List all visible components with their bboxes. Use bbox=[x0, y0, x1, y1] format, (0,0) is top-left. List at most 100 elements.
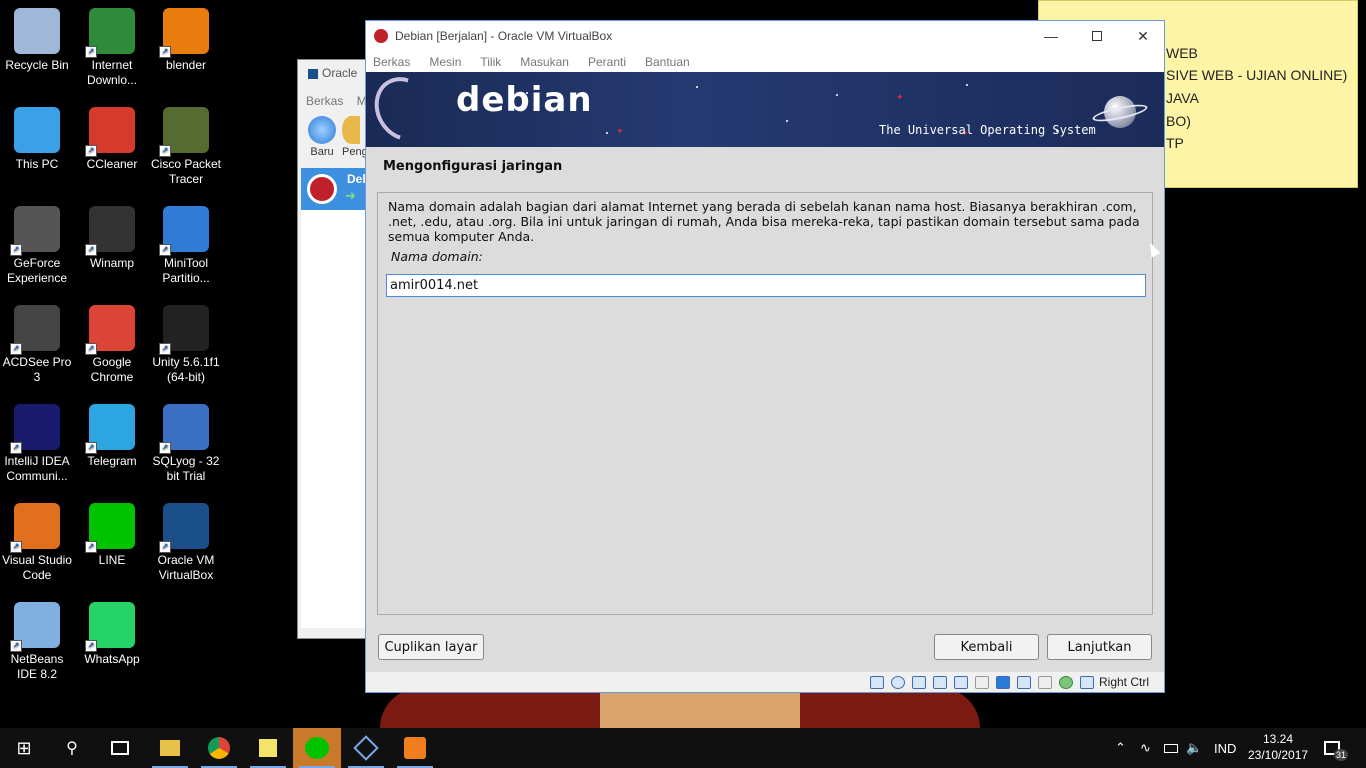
pdf-icon bbox=[404, 737, 426, 759]
desktop-icon[interactable]: ↗ ACDSee Pro 3 bbox=[0, 297, 74, 385]
optical-drive-icon[interactable] bbox=[891, 676, 905, 689]
geforce-icon: ↗ bbox=[10, 206, 60, 256]
desktop-icon-label: blender bbox=[165, 58, 207, 72]
debian-swirl-icon bbox=[366, 72, 445, 147]
star bbox=[836, 94, 838, 96]
shortcut-arrow-icon: ↗ bbox=[159, 541, 171, 553]
search-button[interactable]: ⚲ bbox=[48, 728, 96, 768]
desktop-icon[interactable]: ↗ blender bbox=[149, 0, 223, 73]
domain-name-input[interactable] bbox=[386, 274, 1146, 297]
desktop-icon[interactable]: ↗ NetBeans IDE 8.2 bbox=[0, 594, 74, 682]
desktop-icon[interactable]: This PC bbox=[0, 99, 74, 172]
menu-berkas[interactable]: Berkas bbox=[373, 55, 410, 69]
desktop-icon[interactable]: ↗ MiniTool Partitio... bbox=[149, 198, 223, 286]
back-button[interactable]: Kembali bbox=[934, 634, 1039, 660]
title-bar[interactable]: Debian [Berjalan] - Oracle VM VirtualBox… bbox=[366, 21, 1164, 51]
unity-icon: ↗ bbox=[159, 305, 209, 355]
desktop-icon[interactable]: ↗ LINE bbox=[75, 495, 149, 568]
mouse-integration-icon[interactable] bbox=[1080, 676, 1094, 689]
settings-button[interactable]: Peng bbox=[342, 116, 368, 158]
shared-folders-icon[interactable] bbox=[975, 676, 989, 689]
virtualbox-icon bbox=[308, 68, 318, 79]
close-button[interactable]: ✕ bbox=[1120, 21, 1166, 51]
new-vm-button[interactable]: Baru bbox=[302, 116, 342, 158]
desktop-icon-label: LINE bbox=[98, 553, 126, 567]
taskbar-chrome[interactable] bbox=[195, 728, 243, 768]
desktop-icon[interactable]: ↗ WhatsApp bbox=[75, 594, 149, 667]
battery-icon[interactable] bbox=[1164, 728, 1178, 768]
desktop-icon[interactable]: ↗ Telegram bbox=[75, 396, 149, 469]
audio-icon[interactable] bbox=[912, 676, 926, 689]
screenshot-button[interactable]: Cuplikan layar bbox=[378, 634, 484, 660]
usb-icon[interactable] bbox=[954, 676, 968, 689]
taskbar-pdf-app[interactable] bbox=[391, 728, 439, 768]
continue-button[interactable]: Lanjutkan bbox=[1047, 634, 1152, 660]
minimize-button[interactable]: — bbox=[1028, 21, 1074, 51]
line-icon: ↗ bbox=[85, 503, 135, 553]
vm-window[interactable]: Debian [Berjalan] - Oracle VM VirtualBox… bbox=[365, 20, 1165, 693]
debian-icon bbox=[307, 174, 337, 204]
task-view-button[interactable] bbox=[96, 728, 144, 768]
wallpaper-face bbox=[600, 688, 800, 728]
desktop-icon[interactable]: ↗ Winamp bbox=[75, 198, 149, 271]
desktop-icon[interactable]: Recycle Bin bbox=[0, 0, 74, 73]
menu-bantuan[interactable]: Bantuan bbox=[645, 55, 690, 69]
taskbar-file-explorer[interactable] bbox=[146, 728, 194, 768]
wallpaper-character bbox=[380, 688, 1020, 728]
taskbar-line[interactable] bbox=[293, 728, 341, 768]
desktop-icon-label: Telegram bbox=[87, 454, 137, 468]
video-capture-icon[interactable] bbox=[1017, 676, 1031, 689]
debian-logo-text: debian bbox=[456, 80, 593, 120]
hard-disk-icon[interactable] bbox=[870, 676, 884, 689]
start-button[interactable]: ⊞ bbox=[0, 728, 48, 768]
sqlyog-icon: ↗ bbox=[159, 404, 209, 454]
shortcut-arrow-icon: ↗ bbox=[85, 541, 97, 553]
star bbox=[696, 86, 698, 88]
debian-tagline: The Universal Operating System bbox=[879, 123, 1096, 137]
taskbar-sticky-notes[interactable] bbox=[244, 728, 292, 768]
notification-count-badge: 31 bbox=[1334, 749, 1349, 761]
sticky-line: BO) bbox=[1166, 113, 1191, 129]
menu-tilik[interactable]: Tilik bbox=[480, 55, 501, 69]
desktop-icon-label: This PC bbox=[15, 157, 59, 171]
desktop-icon[interactable]: ↗ Visual Studio Code bbox=[0, 495, 74, 583]
shortcut-arrow-icon: ↗ bbox=[10, 541, 22, 553]
guest-additions-icon[interactable] bbox=[1059, 676, 1073, 689]
show-hidden-icons-button[interactable]: ⌃ bbox=[1115, 728, 1126, 768]
desktop-icon[interactable]: ↗ IntelliJ IDEA Communi... bbox=[0, 396, 74, 484]
taskbar-clock[interactable]: 13.24 23/10/2017 bbox=[1248, 731, 1308, 763]
manager-title: Oracle bbox=[308, 66, 357, 80]
manager-menu-berkas[interactable]: Berkas bbox=[306, 94, 343, 108]
cpu-icon[interactable] bbox=[1038, 676, 1052, 689]
desktop-icon[interactable]: ↗ SQLyog - 32 bit Trial bbox=[149, 396, 223, 484]
wifi-icon[interactable]: ∿ bbox=[1140, 728, 1151, 768]
debian-app-icon bbox=[374, 29, 388, 43]
language-indicator[interactable]: IND bbox=[1214, 728, 1236, 768]
desktop-icon[interactable]: ↗ Google Chrome bbox=[75, 297, 149, 385]
network-icon[interactable] bbox=[933, 676, 947, 689]
menu-peranti[interactable]: Peranti bbox=[588, 55, 626, 69]
download-manager-icon: ↗ bbox=[85, 8, 135, 58]
display-icon[interactable] bbox=[996, 676, 1010, 689]
windows-icon: ⊞ bbox=[16, 737, 32, 758]
vm-list-item-debian[interactable]: Deb ➜ bbox=[301, 168, 371, 210]
virtualbox-icon bbox=[353, 735, 379, 761]
action-center-button[interactable]: 31 bbox=[1324, 728, 1349, 768]
shortcut-arrow-icon: ↗ bbox=[10, 244, 22, 256]
desktop-icon[interactable]: ↗ GeForce Experience bbox=[0, 198, 74, 286]
menu-masukan[interactable]: Masukan bbox=[520, 55, 569, 69]
netbeans-icon: ↗ bbox=[10, 602, 60, 652]
maximize-button[interactable] bbox=[1074, 21, 1120, 51]
shortcut-arrow-icon: ↗ bbox=[159, 442, 171, 454]
desktop-icon[interactable]: ↗ Cisco Packet Tracer bbox=[149, 99, 223, 187]
guest-screen[interactable]: ✦ ✦ ✦ debian The Universal Operating Sys… bbox=[366, 72, 1164, 672]
desktop-icon[interactable]: ↗ Oracle VM VirtualBox bbox=[149, 495, 223, 583]
desktop-icon[interactable]: ↗ Unity 5.6.1f1 (64-bit) bbox=[149, 297, 223, 385]
desktop-icon-label: MiniTool Partitio... bbox=[162, 256, 210, 285]
menu-mesin[interactable]: Mesin bbox=[429, 55, 461, 69]
recycle-bin-icon bbox=[14, 8, 60, 54]
desktop-icon[interactable]: ↗ CCleaner bbox=[75, 99, 149, 172]
volume-icon[interactable]: 🔈 bbox=[1186, 728, 1202, 768]
desktop-icon[interactable]: ↗ Internet Downlo... bbox=[75, 0, 149, 88]
taskbar-virtualbox[interactable] bbox=[342, 728, 390, 768]
